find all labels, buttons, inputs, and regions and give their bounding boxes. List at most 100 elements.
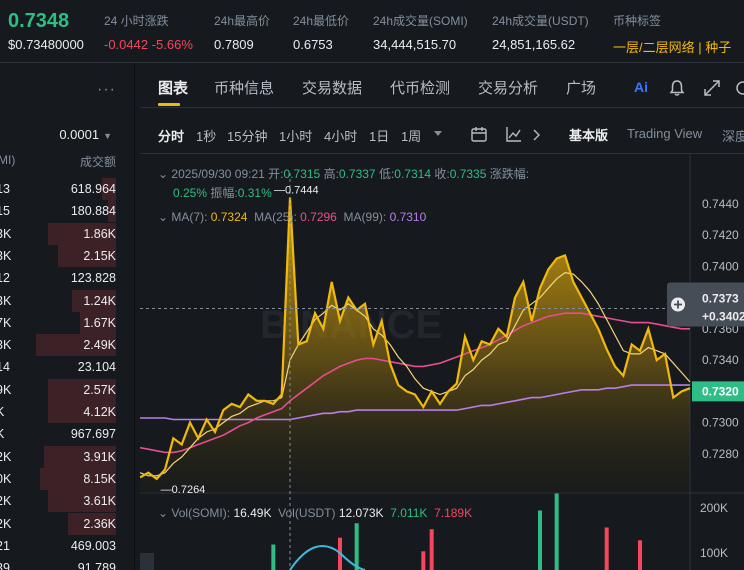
stat-value: 34,444,515.70 <box>373 37 457 52</box>
ma99-label: MA(99): <box>343 210 387 224</box>
vol-usdt-value: 12.073K <box>338 506 384 520</box>
caret-down-icon[interactable] <box>434 129 442 139</box>
order-book-row[interactable]: 2K 3.91K <box>0 445 134 468</box>
order-book-row[interactable]: 21 469.003 <box>0 535 134 557</box>
timeframe-time-sharing[interactable]: 分时 <box>158 126 184 145</box>
order-book-row[interactable]: K 4.12K <box>0 401 134 423</box>
order-book-row[interactable]: 3K 2.49K <box>0 334 134 357</box>
volume-ma-line <box>289 545 366 570</box>
order-book-row[interactable]: 0K 8.15K <box>0 467 134 490</box>
more-icon[interactable]: ··· <box>97 81 116 99</box>
order-book-row[interactable]: 9K 2.57K <box>0 378 134 401</box>
stat-coin-tags[interactable]: 币种标签 一层/二层网络 | 种子 <box>613 12 744 56</box>
last-price: 0.7348 <box>8 10 70 32</box>
order-book-row[interactable]: K 967.697 <box>0 423 134 445</box>
view-depth[interactable]: 深度 <box>722 126 744 145</box>
order-book-row[interactable]: 39 91.789 <box>0 557 134 570</box>
ma25-value: 0.7296 <box>300 210 337 224</box>
timeframe-1s[interactable]: 1秒 <box>196 126 216 145</box>
collapse-icon[interactable]: ⌄ <box>158 167 168 181</box>
row-total: 1.67K <box>83 315 116 330</box>
row-total: 1.24K <box>83 293 116 308</box>
ai-button[interactable]: Ai <box>634 79 648 95</box>
order-book-row[interactable]: 12 123.828 <box>0 267 134 289</box>
vol-usdt-label: Vol(USDT) <box>278 506 336 520</box>
row-amount: 3K <box>0 338 12 353</box>
tab-coin-info[interactable]: 币种信息 <box>214 77 274 98</box>
timeframe-15m[interactable]: 15分钟 <box>227 126 267 145</box>
ma99-value: 0.7310 <box>389 210 427 224</box>
vol-value-2: 7.011K <box>390 506 428 520</box>
stat-label: 币种标签 <box>613 14 662 28</box>
stat-label: 24h成交量(USDT) <box>492 14 589 28</box>
y-tick-label: 0.7400 <box>702 259 739 273</box>
vol-somi-label: Vol(SOMI): <box>171 506 231 520</box>
stat-24h-volume-usdt: 24h成交量(USDT) 24,851,165.62 <box>492 12 589 52</box>
row-amount: 2K <box>0 516 12 531</box>
row-total: 2.36K <box>83 516 116 531</box>
order-book-row[interactable]: 14 23.104 <box>0 356 134 378</box>
row-amount: 12 <box>0 271 10 286</box>
order-book-row[interactable]: 7K 1.67K <box>0 311 134 334</box>
volume-bar <box>271 544 276 570</box>
row-total: 2.15K <box>83 248 116 263</box>
calendar-icon[interactable] <box>470 125 488 143</box>
tab-trade-analysis[interactable]: 交易分析 <box>478 77 538 98</box>
order-book-row[interactable]: 15 180.884 <box>0 200 134 223</box>
row-total: 23.104 <box>77 360 116 375</box>
order-book-row[interactable]: 2K 2.36K <box>0 512 134 535</box>
row-total: 91.789 <box>77 561 116 570</box>
timeframe-1h[interactable]: 1小时 <box>279 126 312 145</box>
view-basic[interactable]: 基本版 <box>569 125 608 144</box>
timeframe-1d[interactable]: 1日 <box>369 126 389 145</box>
indicator-icon[interactable] <box>505 125 523 143</box>
stat-value: 0.7809 <box>214 37 254 52</box>
row-amount: K <box>0 427 4 441</box>
row-amount: 7K <box>0 315 12 330</box>
volume-legend: ⌄ Vol(SOMI): 16.49K Vol(USDT) 12.073K 7.… <box>158 506 472 520</box>
order-book-row[interactable]: 3K 1.86K <box>0 222 134 245</box>
volume-bar <box>354 523 359 570</box>
chart-toolbar: 分时 1秒 15分钟 1小时 4小时 1日 1周 基本版 Trading Vie… <box>140 109 744 154</box>
amplitude-label: 振幅: <box>210 186 238 200</box>
order-book-row[interactable]: 2K 3.61K <box>0 490 134 513</box>
timeframe-1w[interactable]: 1周 <box>401 126 421 145</box>
price-step-select[interactable]: 0.0001 ▼ <box>59 127 112 142</box>
vol-somi-value: 16.49K <box>233 506 272 520</box>
collapse-icon[interactable]: ⌄ <box>158 506 168 520</box>
chevron-right-icon[interactable] <box>533 129 541 141</box>
crosshair-change: +0.3402 <box>702 310 744 324</box>
expand-icon[interactable] <box>703 79 721 97</box>
tab-square[interactable]: 广场 <box>566 77 596 98</box>
order-book-row[interactable]: 3K 2.15K <box>0 244 134 267</box>
crosshair-price: 0.7373 <box>702 292 739 306</box>
stat-value: -0.0442 -5.66% <box>104 37 193 52</box>
tab-token-check[interactable]: 代币检测 <box>390 77 450 98</box>
tab-chart[interactable]: 图表 <box>158 77 188 98</box>
stat-label: 24 小时涨跌 <box>104 14 169 28</box>
y-tick-label: 0.7420 <box>702 228 739 242</box>
settings-icon[interactable] <box>734 79 744 97</box>
stat-value[interactable]: 一层/二层网络 | 种子 <box>613 37 744 56</box>
row-amount: 15 <box>0 204 10 219</box>
order-book-row[interactable]: 3K 1.24K <box>0 289 134 312</box>
stat-24h-volume-somi: 24h成交量(SOMI) 34,444,515.70 <box>373 12 468 52</box>
row-amount: K <box>0 405 4 419</box>
close-value: 0.7335 <box>449 167 487 181</box>
vol-value-3: 7.189K <box>434 506 473 520</box>
order-book-row[interactable]: 13 618.964 <box>0 178 134 200</box>
bell-icon[interactable] <box>668 79 686 97</box>
y-tick-label: 0.7340 <box>702 353 739 367</box>
row-amount: 2K <box>0 494 12 509</box>
row-amount: 3K <box>0 226 12 241</box>
price-step-value: 0.0001 <box>59 127 100 142</box>
collapse-icon[interactable]: ⌄ <box>158 210 168 224</box>
active-tab-indicator <box>158 103 180 106</box>
view-tradingview[interactable]: Trading View <box>627 126 702 141</box>
candle-date: 2025/09/30 09:21 <box>171 167 265 181</box>
row-total: 4.12K <box>83 405 116 419</box>
timeframe-4h[interactable]: 4小时 <box>324 126 357 145</box>
tab-trade-data[interactable]: 交易数据 <box>302 77 362 98</box>
ma7-value: 0.7324 <box>210 210 248 224</box>
row-total: 469.003 <box>70 538 116 553</box>
